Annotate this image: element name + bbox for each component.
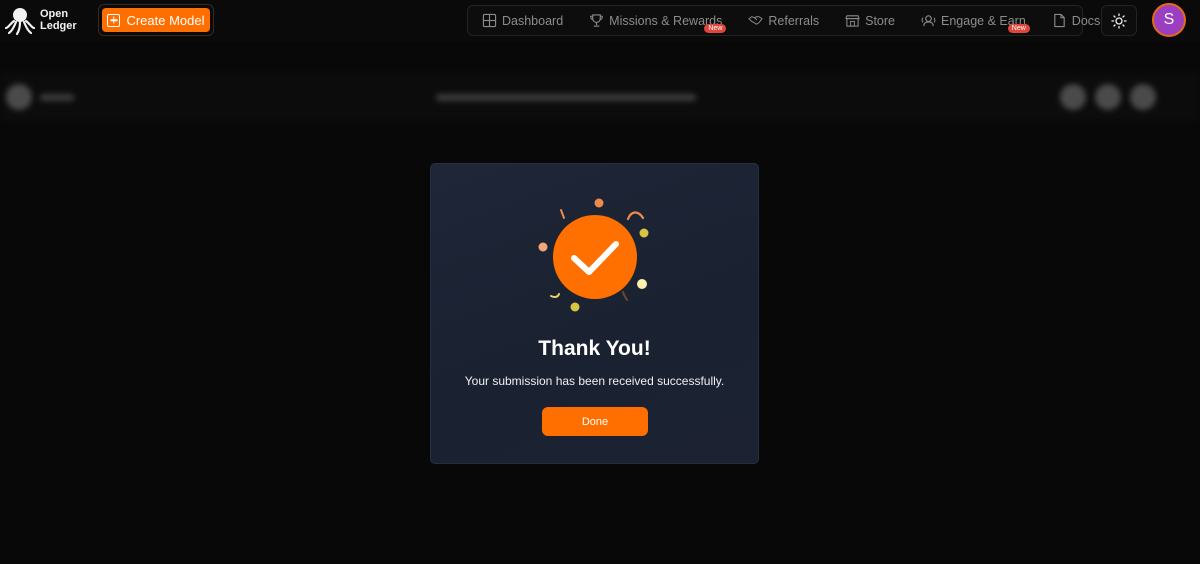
sun-icon (1111, 12, 1127, 29)
theme-toggle-button[interactable] (1101, 5, 1137, 36)
brand-name: Open Ledger (40, 8, 77, 32)
nav-item-engage-earn[interactable]: Engage & Earn New (921, 13, 1030, 33)
blurred-icon (1130, 84, 1156, 110)
store-icon (845, 15, 860, 27)
nav-item-label: Dashboard (502, 13, 564, 28)
trophy-icon (590, 14, 603, 27)
top-navigation-bar: Open Ledger Create Model Dashboard Missi… (0, 0, 1200, 42)
blurred-text (436, 94, 696, 101)
nav-item-dashboard[interactable]: Dashboard (482, 13, 563, 28)
create-model-wrapper: Create Model (98, 4, 214, 36)
engage-icon (921, 15, 936, 27)
nav-item-label: Store (865, 13, 895, 28)
plus-square-icon (107, 13, 121, 27)
blurred-icon (1095, 84, 1121, 110)
new-badge: New (704, 24, 727, 33)
create-model-button[interactable]: Create Model (102, 8, 210, 32)
user-avatar[interactable]: S (1152, 3, 1186, 37)
new-badge: New (1007, 24, 1030, 33)
success-modal: Thank You! Your submission has been rece… (430, 163, 759, 464)
dashboard-icon (482, 13, 497, 28)
checkmark-celebration-icon (538, 198, 649, 312)
modal-title: Thank You! (538, 337, 651, 360)
brand-logo[interactable]: Open Ledger (4, 4, 77, 36)
document-icon (1054, 13, 1065, 28)
nav-item-missions-rewards[interactable]: Missions & Rewards New (589, 13, 727, 33)
nav-item-label: Docs (1071, 13, 1101, 28)
blurred-text (40, 94, 74, 101)
done-button[interactable]: Done (542, 407, 648, 436)
main-nav: Dashboard Missions & Rewards New Referra… (467, 5, 1100, 36)
brand-name-line2: Ledger (40, 20, 77, 32)
blurred-icon (1060, 84, 1086, 110)
handshake-icon (748, 16, 763, 25)
brand-name-line1: Open (40, 8, 69, 20)
blurred-avatar (6, 84, 32, 110)
nav-item-referrals[interactable]: Referrals (748, 13, 819, 28)
create-model-label: Create Model (126, 12, 205, 28)
nav-item-store[interactable]: Store (845, 13, 895, 28)
nav-item-docs[interactable]: Docs (1052, 13, 1100, 28)
octopus-logo-icon (4, 8, 36, 36)
nav-item-label: Referrals (768, 13, 820, 28)
blurred-background-header (0, 72, 1200, 122)
modal-message: Your submission has been received succes… (464, 374, 725, 388)
